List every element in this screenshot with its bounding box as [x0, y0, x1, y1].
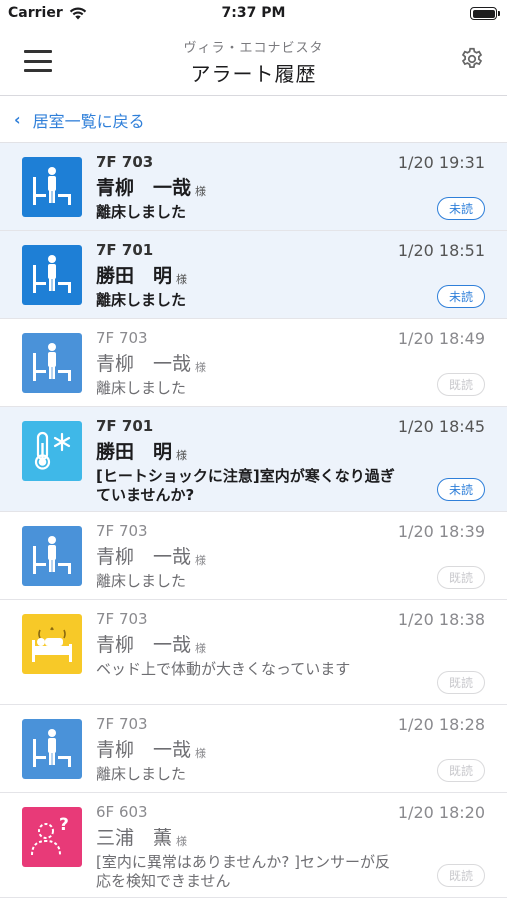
room-number: 6F 603: [96, 803, 148, 821]
resident-name: 青柳 一哉: [96, 177, 192, 199]
clock: 7:37 PM: [221, 5, 286, 21]
unread-badge: 未読: [437, 285, 485, 308]
bed-exit-icon: [22, 719, 82, 779]
read-badge: 既読: [437, 671, 485, 694]
alert-row[interactable]: 7F 703 青柳 一哉様離床しました 1/20 18:49 既読: [0, 319, 507, 407]
honorific: 様: [176, 273, 187, 286]
room-number: 7F 703: [96, 610, 148, 628]
back-to-room-list-link[interactable]: ‹ 居室一覧に戻る: [0, 97, 507, 143]
alert-message: ベッド上で体動が大きくなっています: [96, 660, 351, 678]
unread-badge: 未読: [437, 197, 485, 220]
resident-name: 青柳 一哉: [96, 546, 192, 568]
chevron-left-icon: ‹: [14, 110, 21, 129]
alert-time: 1/20 19:31: [397, 153, 485, 172]
alert-row[interactable]: 7F 703 青柳 一哉様ベッド上で体動が大きくなっています 1/20 18:38 既…: [0, 600, 507, 705]
page-title: アラート履歴: [190, 62, 317, 86]
bed-motion-icon: [22, 614, 82, 674]
battery-icon: [470, 7, 500, 20]
honorific: 様: [195, 361, 206, 374]
navigation-bar: ヴィラ・エコナビスタ アラート履歴: [0, 30, 507, 96]
back-label: 居室一覧に戻る: [32, 111, 145, 131]
alert-time: 1/20 18:45: [397, 417, 485, 436]
read-badge: 既読: [437, 759, 485, 782]
alert-time: 1/20 18:20: [397, 803, 485, 822]
read-badge: 既読: [437, 864, 485, 887]
alert-row[interactable]: 7F 703 青柳 一哉様離床しました 1/20 19:31 未読: [0, 143, 507, 231]
bed-exit-icon: [22, 157, 82, 217]
resident-name: 勝田 明: [96, 265, 173, 287]
alert-time: 1/20 18:39: [397, 522, 485, 541]
gear-icon[interactable]: [459, 46, 485, 72]
room-number: 7F 703: [96, 329, 148, 347]
alert-row[interactable]: 7F 703 青柳 一哉様離床しました 1/20 18:28 既読: [0, 705, 507, 793]
honorific: 様: [195, 185, 206, 198]
honorific: 様: [195, 747, 206, 760]
alert-time: 1/20 18:38: [397, 610, 485, 629]
alert-time: 1/20 18:51: [397, 241, 485, 260]
status-bar: Carrier 7:37 PM: [0, 0, 507, 30]
room-number: 7F 703: [96, 522, 148, 540]
svg-text:?: ?: [59, 815, 69, 835]
resident-name: 青柳 一哉: [96, 634, 192, 656]
read-badge: 既読: [437, 566, 485, 589]
room-number: 7F 701: [96, 241, 154, 259]
thermometer-cold-icon: [22, 421, 82, 481]
honorific: 様: [176, 449, 187, 462]
honorific: 様: [195, 642, 206, 655]
bed-exit-icon: [22, 333, 82, 393]
unread-badge: 未読: [437, 478, 485, 501]
alert-row[interactable]: 7F 701 勝田 明様離床しました 1/20 18:51 未読: [0, 231, 507, 319]
resident-name: 勝田 明: [96, 441, 173, 463]
read-badge: 既読: [437, 373, 485, 396]
bed-exit-icon: [22, 245, 82, 305]
alert-message: [室内に異常はありませんか? ]センサーが反応を検知できません: [96, 853, 390, 890]
bed-exit-icon: [22, 526, 82, 586]
alert-message: 離床しました: [96, 765, 187, 783]
person-question-icon: ?: [22, 807, 82, 867]
alert-message: 離床しました: [96, 291, 187, 309]
room-number: 7F 703: [96, 715, 148, 733]
resident-name: 青柳 一哉: [96, 739, 192, 761]
room-number: 7F 703: [96, 153, 154, 171]
facility-name: ヴィラ・エコナビスタ: [183, 41, 324, 56]
alert-row[interactable]: 7F 701 勝田 明様 [ヒートショックに注意]室内が寒くなり過ぎていませんか? 1…: [0, 407, 507, 512]
resident-name: 三浦 薫: [96, 827, 173, 849]
alert-message: 離床しました: [96, 379, 187, 397]
alert-message: 離床しました: [96, 572, 187, 590]
alert-message: [ヒートショックに注意]室内が寒くなり過ぎていませんか?: [96, 467, 395, 504]
alert-message: 離床しました: [96, 203, 187, 221]
alert-time: 1/20 18:28: [397, 715, 485, 734]
resident-name: 青柳 一哉: [96, 353, 192, 375]
alert-row[interactable]: ? 6F 603 三浦 薫様 [室内に異常はありませんか? ]センサーが反応を検知でき…: [0, 793, 507, 898]
alert-row[interactable]: 7F 703 青柳 一哉様離床しました 1/20 18:39 既読: [0, 512, 507, 600]
honorific: 様: [195, 554, 206, 567]
honorific: 様: [176, 835, 187, 848]
alert-list: 7F 703 青柳 一哉様離床しました 1/20 19:31 未読 7F 701 勝田 明…: [0, 143, 507, 900]
alert-time: 1/20 18:49: [397, 329, 485, 348]
room-number: 7F 701: [96, 417, 154, 435]
